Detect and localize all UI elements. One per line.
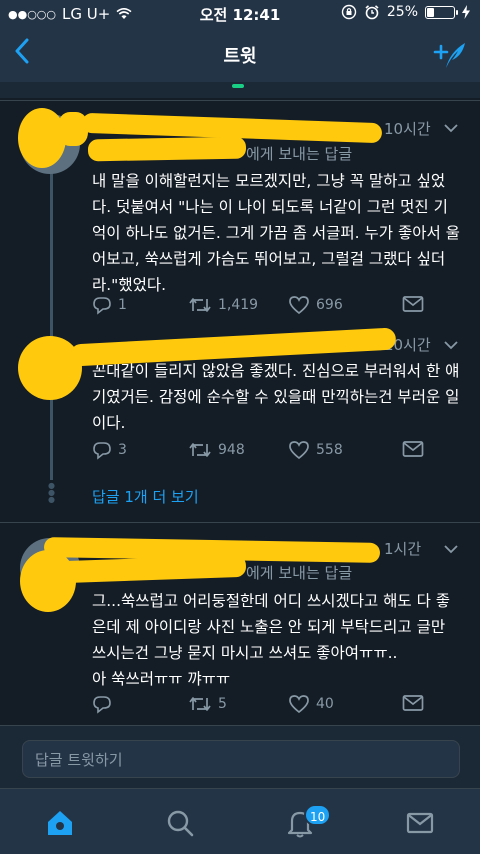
retweet-icon (189, 697, 211, 711)
search-icon[interactable] (164, 807, 196, 839)
tweet-actions: 3 948 558 (92, 440, 462, 464)
page-title: 트윗 (223, 46, 257, 67)
replying-to: 에게 보내는 답글 (246, 564, 353, 582)
chevron-down-icon[interactable] (444, 542, 458, 556)
replying-to: 에게 보내는 답글 (246, 145, 353, 163)
retweet-button[interactable]: 5 (188, 694, 227, 714)
tweet-text: 꼰대같이 들리지 않았음 좋겠다. 진심으로 부러워서 한 얘기였거든. 감정에… (92, 362, 460, 432)
dm-share-button[interactable] (402, 440, 424, 458)
envelope-icon (402, 441, 424, 457)
chevron-down-icon[interactable] (444, 121, 458, 135)
home-icon[interactable] (44, 807, 76, 839)
heart-icon (289, 441, 309, 460)
thread-line (50, 398, 53, 480)
dm-share-button[interactable] (402, 694, 424, 712)
reply-button[interactable] (92, 694, 118, 714)
like-count: 696 (316, 297, 343, 313)
tweet-3[interactable]: 1시간 에게 보내는 답글 그...쑥쓰럽고 어리둥절한데 어디 쓰시겠다고 해… (0, 524, 480, 724)
battery-icon (425, 5, 458, 19)
reply-count: 1 (118, 297, 127, 313)
tab-bar (0, 788, 480, 854)
like-button[interactable]: 558 (288, 440, 343, 460)
redaction-scribble (18, 336, 82, 400)
dm-share-button[interactable] (402, 295, 424, 313)
alarm-icon (365, 5, 379, 20)
tweet-text: 내 말을 이해할런지는 모르겠지만, 그냥 꼭 말하고 싶었다. 덧붙여서 "나… (92, 172, 460, 294)
heart-icon (289, 695, 309, 714)
messages-icon[interactable] (404, 807, 436, 839)
tweet-actions: 1 1,419 696 (92, 295, 462, 319)
show-more-replies-link[interactable]: 답글 1개 더 보기 (92, 486, 199, 507)
tweet-time: 10시간 (384, 120, 431, 138)
tweet-2[interactable]: 10시간 꼰대같이 들리지 않았음 좋겠다. 진심으로 부러워서 한 얘기였거든… (0, 327, 480, 480)
reply-icon (93, 297, 111, 315)
chevron-down-icon[interactable] (444, 338, 458, 352)
thread-line (50, 168, 53, 330)
reply-icon (93, 442, 111, 460)
compose-tweet-button[interactable] (432, 38, 468, 70)
charging-icon (462, 5, 470, 19)
reply-input[interactable]: 답글 트윗하기 (22, 740, 460, 778)
retweet-count: 1,419 (218, 297, 259, 313)
divider (0, 522, 480, 523)
retweet-button[interactable]: 948 (188, 440, 245, 460)
previous-tweet-edge (0, 82, 480, 98)
tweet-time: 1시간 (384, 540, 422, 558)
tweet-actions: 5 40 (92, 694, 462, 718)
retweet-button[interactable]: 1,419 (188, 295, 258, 315)
like-button[interactable]: 40 (288, 694, 334, 714)
heart-icon (289, 296, 309, 315)
nav-bar: 트윗 (0, 28, 480, 82)
like-count: 558 (316, 442, 343, 458)
compose-quill-icon (433, 43, 465, 68)
retweet-icon (189, 298, 211, 312)
envelope-icon (402, 695, 424, 711)
retweet-count: 5 (218, 696, 227, 712)
notifications-badge: 10 (304, 804, 332, 826)
tweet-text: 그...쑥쓰럽고 어리둥절한데 어디 쓰시겠다고 해도 다 좋은데 제 아이디랑… (92, 592, 451, 688)
reply-button[interactable]: 3 (92, 440, 127, 460)
reply-icon (93, 696, 111, 714)
like-count: 40 (316, 696, 334, 712)
reply-count: 3 (118, 442, 127, 458)
tweet-1[interactable]: 10시간 에게 보내는 답글 내 말을 이해할런지는 모르겠지만, 그냥 꼭 말… (0, 98, 480, 330)
rotation-lock-icon (341, 4, 357, 20)
retweet-count: 948 (218, 442, 245, 458)
status-bar: ●●○○○ LG U+ 오전 12:41 25% (0, 0, 480, 28)
redaction-scribble (87, 136, 247, 162)
reply-button[interactable]: 1 (92, 295, 127, 315)
retweet-icon (189, 443, 211, 457)
battery-percent: 25% (386, 4, 418, 20)
thread-dots: ● ● ● (48, 481, 55, 504)
reply-compose-bar: 답글 트윗하기 (0, 725, 480, 788)
divider (0, 100, 480, 101)
envelope-icon (402, 296, 424, 312)
like-button[interactable]: 696 (288, 295, 343, 315)
redaction-scribble (59, 554, 247, 584)
